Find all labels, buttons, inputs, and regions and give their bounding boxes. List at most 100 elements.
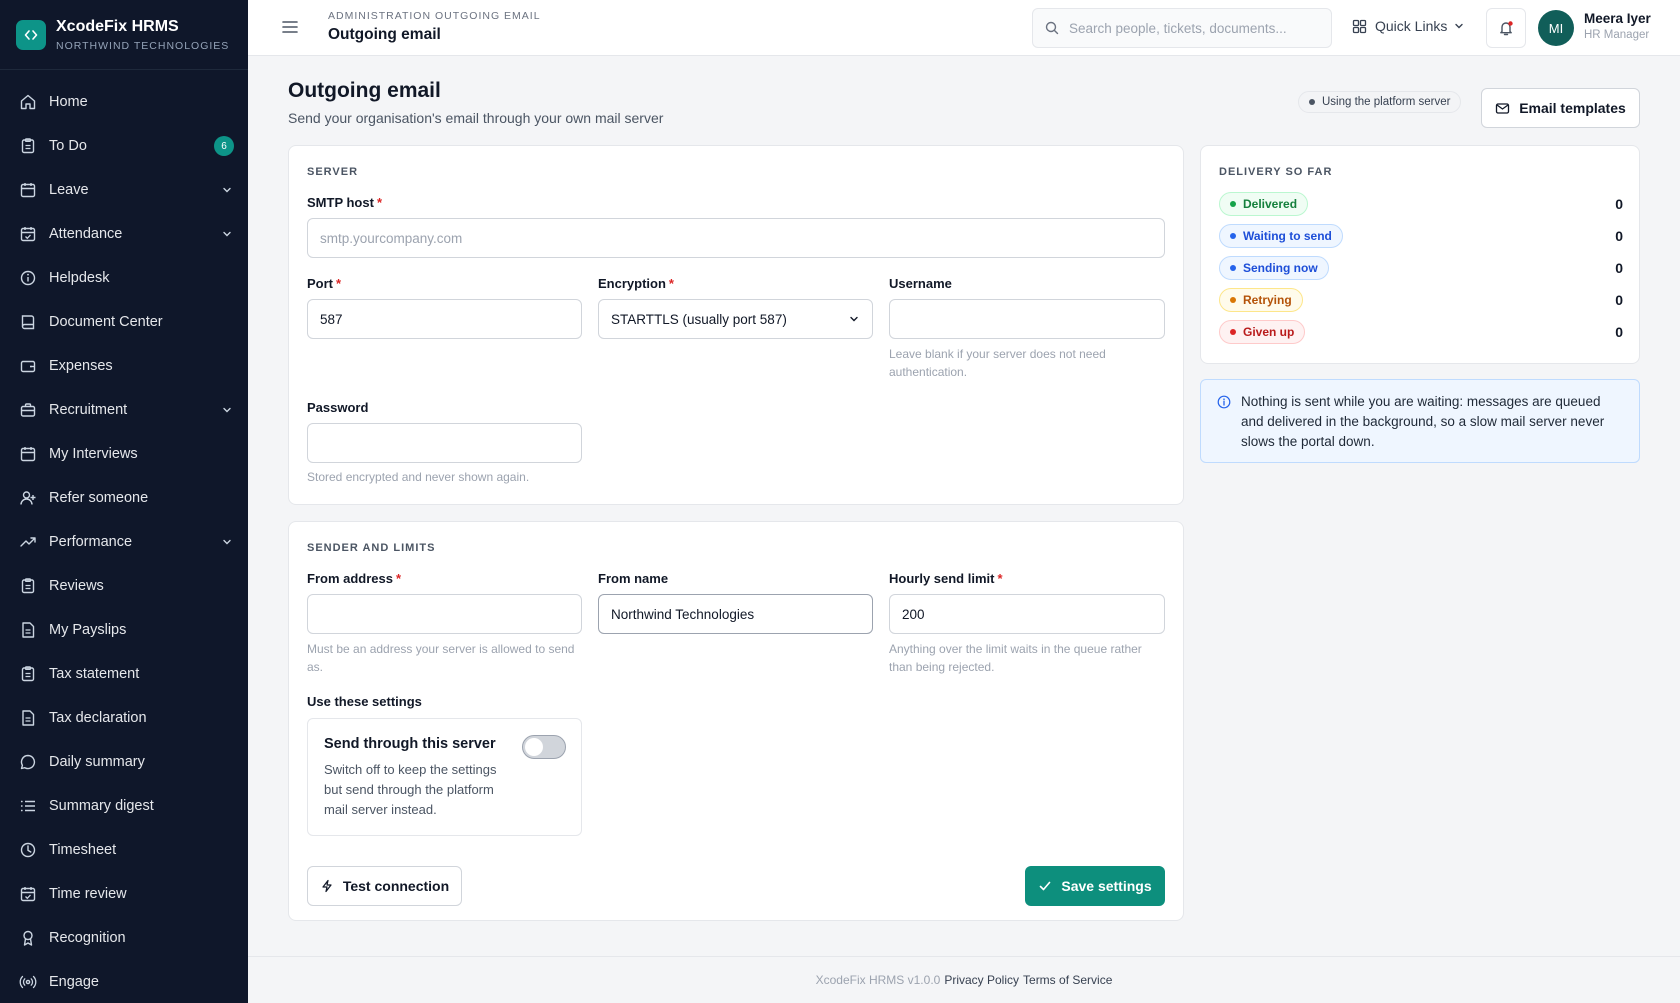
delivery-row-waiting-to-send: Waiting to send 0: [1219, 224, 1623, 248]
sidebar-item-home[interactable]: Home: [0, 80, 248, 124]
status-dot: [1230, 329, 1236, 335]
from-address-input[interactable]: [307, 594, 582, 634]
status-label: Sending now: [1243, 261, 1318, 275]
lightning-icon: [322, 879, 332, 893]
status-badge: Retrying: [1219, 288, 1303, 312]
calendar-check-icon: [19, 885, 37, 903]
from-address-hint: Must be an address your server is allowe…: [307, 642, 575, 674]
mail-icon: [1496, 102, 1510, 114]
sidebar-item-refer-someone[interactable]: Refer someone: [0, 476, 248, 520]
port-label: Port *: [307, 276, 342, 291]
breadcrumb-path: ADMINISTRATION OUTGOING EMAIL: [328, 10, 541, 22]
code-icon: [16, 19, 46, 50]
search-input[interactable]: [1069, 20, 1309, 36]
sidebar-item-expenses[interactable]: Expenses: [0, 344, 248, 388]
sidebar-item-timesheet[interactable]: Timesheet: [0, 828, 248, 872]
chevron-down-icon: [220, 403, 234, 417]
delivery-row-sending-now: Sending now 0: [1219, 256, 1623, 280]
broadcast-icon: [19, 973, 37, 991]
chat-icon: [19, 753, 37, 771]
sidebar-item-label: Tax declaration: [49, 710, 147, 726]
privacy-policy-link[interactable]: Privacy Policy: [944, 973, 1019, 987]
send-through-server-toggle[interactable]: [522, 735, 566, 759]
avatar[interactable]: MI: [1538, 10, 1574, 46]
sidebar-item-my-interviews[interactable]: My Interviews: [0, 432, 248, 476]
breadcrumb: ADMINISTRATION OUTGOING EMAIL Outgoing e…: [328, 10, 541, 44]
chevron-down-icon: [850, 316, 858, 322]
sidebar-item-tax-statement[interactable]: Tax statement: [0, 652, 248, 696]
search-box[interactable]: [1032, 8, 1332, 48]
sidebar-item-label: Performance: [49, 534, 133, 550]
delivery-count: 0: [1615, 324, 1623, 340]
sidebar-item-recruitment[interactable]: Recruitment: [0, 388, 248, 432]
sidebar-item-daily-summary[interactable]: Daily summary: [0, 740, 248, 784]
footer-version: XcodeFix HRMS v1.0.0: [815, 973, 941, 987]
delivery-row-delivered: Delivered 0: [1219, 192, 1623, 216]
brand: XcodeFix HRMS NORTHWIND TECHNOLOGIES: [0, 0, 248, 70]
sidebar-item-label: Document Center: [49, 314, 163, 330]
quick-links-label: Quick Links: [1375, 18, 1448, 34]
toggle-knob: [525, 738, 543, 756]
page-subtitle: Send your organisation's email through y…: [288, 110, 664, 126]
encryption-select[interactable]: STARTTLS (usually port 587): [598, 299, 873, 339]
save-settings-button[interactable]: Save settings: [1025, 866, 1165, 906]
hourly-limit-input[interactable]: [889, 594, 1165, 634]
sidebar-item-label: Timesheet: [49, 842, 117, 858]
org-name: NORTHWIND TECHNOLOGIES: [56, 39, 230, 52]
sidebar-item-helpdesk[interactable]: Helpdesk: [0, 256, 248, 300]
terms-of-service-link[interactable]: Terms of Service: [1023, 973, 1112, 987]
sidebar-item-document-center[interactable]: Document Center: [0, 300, 248, 344]
use-settings-label: Use these settings: [307, 694, 422, 709]
quick-links-button[interactable]: Quick Links: [1352, 18, 1465, 34]
chevron-down-icon: [220, 535, 234, 549]
trending-up-icon: [19, 533, 37, 551]
delivery-count: 0: [1615, 260, 1623, 276]
clock-icon: [19, 841, 37, 859]
from-name-input[interactable]: [598, 594, 873, 634]
status-label: Delivered: [1243, 197, 1298, 211]
sidebar-item-recognition[interactable]: Recognition: [0, 916, 248, 960]
sidebar-item-tax-declaration[interactable]: Tax declaration: [0, 696, 248, 740]
hourly-limit-hint: Anything over the limit waits in the que…: [889, 642, 1142, 674]
status-badge: Using the platform server: [1298, 91, 1462, 113]
delivery-card: DELIVERY SO FAR Delivered 0 Waiting to sen…: [1200, 145, 1640, 364]
notifications-button[interactable]: [1486, 8, 1526, 48]
password-input[interactable]: [307, 423, 582, 463]
user-info[interactable]: Meera Iyer HR Manager: [1584, 11, 1651, 41]
sidebar-item-engage[interactable]: Engage: [0, 960, 248, 1003]
send-through-server-card: Send through this server Switch off to k…: [307, 718, 582, 836]
status-dot: [1230, 233, 1236, 239]
sidebar-item-time-review[interactable]: Time review: [0, 872, 248, 916]
username-input[interactable]: [889, 299, 1165, 339]
chevron-down-icon: [220, 227, 234, 241]
home-icon: [19, 93, 37, 111]
sidebar-item-label: Refer someone: [49, 490, 149, 506]
sidebar-item-summary-digest[interactable]: Summary digest: [0, 784, 248, 828]
test-connection-button[interactable]: Test connection: [307, 866, 462, 906]
status-dot: [1230, 265, 1236, 271]
wallet-icon: [19, 357, 37, 375]
sidebar-item-label: Time review: [49, 886, 127, 902]
sidebar-item-attendance[interactable]: Attendance: [0, 212, 248, 256]
port-input[interactable]: [307, 299, 582, 339]
sidebar-item-label: Home: [49, 94, 88, 110]
sidebar-nav: Home To Do 6 Leave Attendance Helpdesk Documen…: [0, 70, 248, 1003]
sidebar-item-leave[interactable]: Leave: [0, 168, 248, 212]
sidebar-item-my-payslips[interactable]: My Payslips: [0, 608, 248, 652]
delivery-count: 0: [1615, 228, 1623, 244]
file-icon: [19, 709, 37, 727]
sidebar-item-label: My Interviews: [49, 446, 138, 462]
smtp-host-input[interactable]: [307, 218, 1165, 258]
user-name: Meera Iyer: [1584, 11, 1651, 26]
sidebar-item-reviews[interactable]: Reviews: [0, 564, 248, 608]
info-icon: [19, 269, 37, 287]
sidebar-item-to-do[interactable]: To Do 6: [0, 124, 248, 168]
sidebar-item-performance[interactable]: Performance: [0, 520, 248, 564]
status-label: Given up: [1243, 325, 1295, 339]
menu-icon[interactable]: [281, 18, 299, 36]
email-templates-button[interactable]: Email templates: [1481, 88, 1640, 128]
username-hint: Leave blank if your server does not need…: [889, 347, 1106, 379]
from-address-label: From address *: [307, 571, 402, 586]
search-icon: [1045, 21, 1059, 35]
chevron-down-icon: [1455, 23, 1464, 29]
